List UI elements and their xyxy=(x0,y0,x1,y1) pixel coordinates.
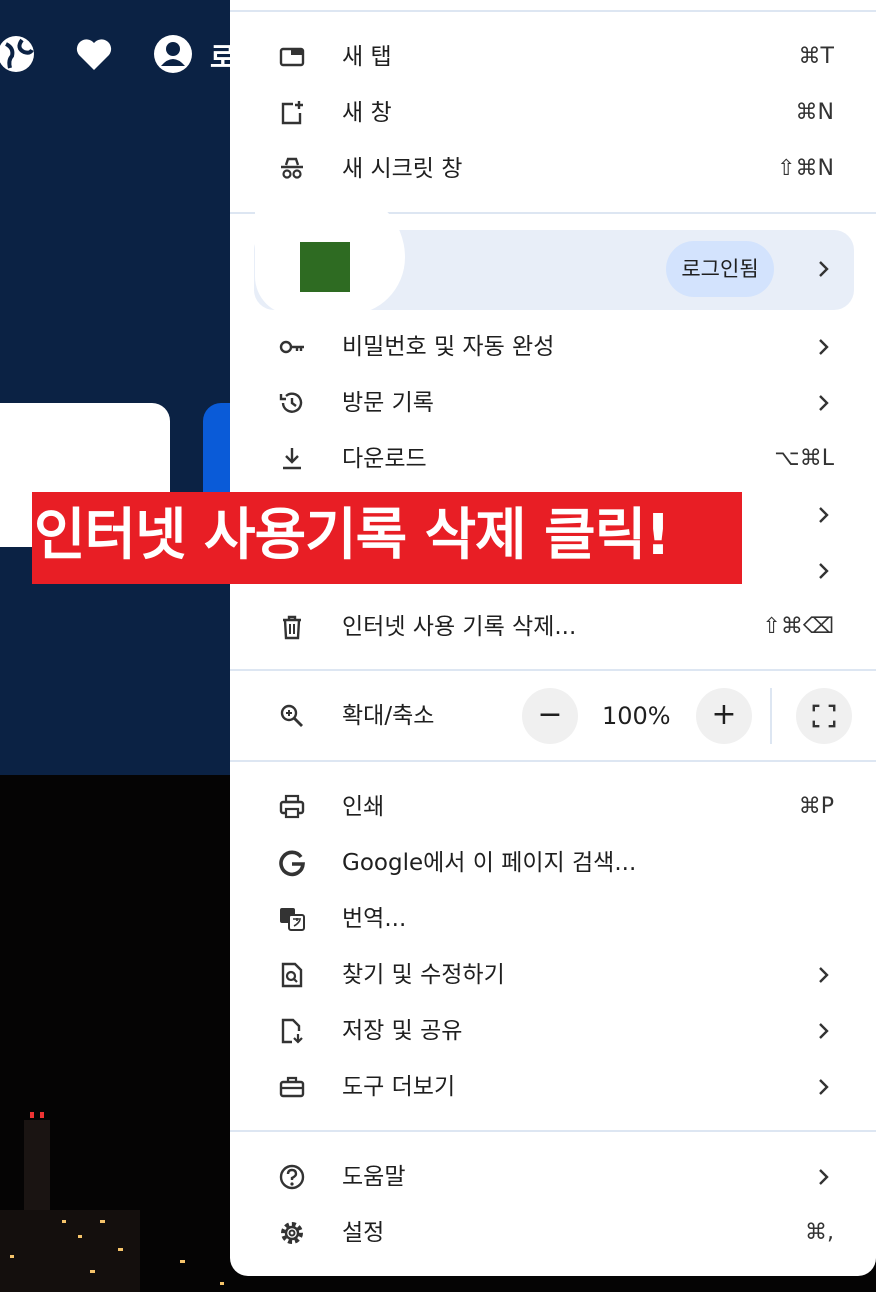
fullscreen-icon xyxy=(812,704,836,728)
menu-item-label: 도구 더보기 xyxy=(342,1074,456,1100)
menu-item-new-window[interactable]: 새 창 ⌘N xyxy=(230,88,876,138)
menu-item-label: 인쇄 xyxy=(342,794,385,820)
new-window-icon xyxy=(281,101,303,125)
zoom-in-icon xyxy=(280,704,303,727)
menu-item-print[interactable]: 인쇄 ⌘P xyxy=(230,782,876,832)
shortcut-label: ⌘P xyxy=(798,794,834,819)
new-tab-icon xyxy=(279,47,305,67)
menu-item-label: 다운로드 xyxy=(342,446,427,472)
save-share-icon xyxy=(281,1018,303,1044)
avatar xyxy=(300,242,350,292)
chevron-right-icon xyxy=(819,339,829,355)
history-icon xyxy=(279,392,303,413)
menu-item-history[interactable]: 방문 기록 xyxy=(230,378,876,428)
menu-item-clear-browsing-data[interactable]: 인터넷 사용 기록 삭제... ⇧⌘⌫ xyxy=(230,602,876,652)
menu-item-label: 번역... xyxy=(342,906,407,932)
menu-separator xyxy=(230,760,876,762)
trash-icon xyxy=(283,615,301,640)
menu-item-downloads[interactable]: 다운로드 ⌥⌘L xyxy=(230,434,876,484)
find-icon xyxy=(281,962,303,988)
chevron-right-icon xyxy=(819,1079,829,1095)
menu-item-find-edit[interactable]: 찾기 및 수정하기 xyxy=(230,950,876,1000)
menu-item-settings[interactable]: 설정 ⌘, xyxy=(230,1208,876,1258)
zoom-label: 확대/축소 xyxy=(342,703,435,729)
menu-separator xyxy=(230,669,876,671)
chevron-right-icon xyxy=(819,1169,829,1185)
zoom-in-button[interactable]: + xyxy=(696,688,752,744)
menu-item-label: 새 창 xyxy=(342,100,392,126)
toolbox-icon xyxy=(279,1076,305,1098)
incognito-icon xyxy=(281,157,303,179)
menu-item-new-incognito-window[interactable]: 새 시크릿 창 ⇧⌘N xyxy=(230,144,876,194)
annotation-text: 인터넷 사용기록 삭제 클릭! xyxy=(34,503,671,568)
print-icon xyxy=(279,794,305,819)
annotation-banner: 인터넷 사용기록 삭제 클릭! xyxy=(32,492,742,584)
shortcut-label: ⌥⌘L xyxy=(774,446,834,471)
chevron-right-icon xyxy=(819,563,829,579)
menu-item-label: 설정 xyxy=(342,1220,385,1246)
shortcut-label: ⌘N xyxy=(795,100,834,125)
menu-item-label: Google에서 이 페이지 검색... xyxy=(342,850,637,876)
menu-item-help[interactable]: 도움말 xyxy=(230,1152,876,1202)
menu-separator xyxy=(230,10,876,12)
menu-item-passwords[interactable]: 비밀번호 및 자동 완성 xyxy=(230,322,876,372)
globe-icon[interactable] xyxy=(0,34,36,74)
shortcut-label: ⌘T xyxy=(798,44,834,69)
zoom-out-button[interactable]: − xyxy=(522,688,578,744)
menu-item-label: 도움말 xyxy=(342,1164,406,1190)
chevron-right-icon xyxy=(819,261,829,277)
translate-icon xyxy=(280,908,305,931)
shortcut-label: ⇧⌘⌫ xyxy=(762,614,834,639)
chrome-main-menu: 새 탭 ⌘T 새 창 ⌘N 새 시크릿 창 ⇧⌘N 로그인됨 비밀번호 및 자동… xyxy=(230,0,876,1276)
shortcut-label: ⌘, xyxy=(805,1220,834,1245)
user-account-icon[interactable] xyxy=(153,34,193,74)
gear-icon xyxy=(281,1222,303,1244)
download-icon xyxy=(283,448,301,470)
zoom-level: 100% xyxy=(602,702,671,730)
chevron-right-icon xyxy=(819,395,829,411)
menu-item-label: 비밀번호 및 자동 완성 xyxy=(342,334,555,360)
menu-item-label: 새 시크릿 창 xyxy=(342,156,463,182)
key-icon xyxy=(279,340,304,354)
menu-item-label: 방문 기록 xyxy=(342,390,434,416)
menu-item-translate[interactable]: 번역... xyxy=(230,894,876,944)
menu-item-new-tab[interactable]: 새 탭 ⌘T xyxy=(230,32,876,82)
signed-in-badge: 로그인됨 xyxy=(666,241,774,297)
chevron-right-icon xyxy=(819,507,829,523)
google-icon xyxy=(279,850,305,877)
fullscreen-button[interactable] xyxy=(796,688,852,744)
chevron-right-icon xyxy=(819,1023,829,1039)
menu-item-save-share[interactable]: 저장 및 공유 xyxy=(230,1006,876,1056)
menu-item-search-google[interactable]: Google에서 이 페이지 검색... xyxy=(230,838,876,888)
menu-separator xyxy=(230,1130,876,1132)
shortcut-label: ⇧⌘N xyxy=(777,156,834,181)
zoom-divider xyxy=(770,688,772,744)
chevron-right-icon xyxy=(819,967,829,983)
menu-item-label: 인터넷 사용 기록 삭제... xyxy=(342,614,577,640)
menu-item-label: 새 탭 xyxy=(342,44,392,70)
menu-item-label: 저장 및 공유 xyxy=(342,1018,463,1044)
menu-item-more-tools[interactable]: 도구 더보기 xyxy=(230,1062,876,1112)
menu-item-label: 찾기 및 수정하기 xyxy=(342,962,505,988)
help-icon xyxy=(279,1164,305,1190)
heart-icon[interactable] xyxy=(74,34,114,74)
